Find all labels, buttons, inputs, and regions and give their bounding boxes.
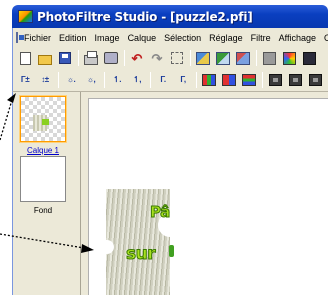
puzzle-piece[interactable]: Pâ sur — [106, 189, 182, 295]
workspace: Calque 1 Fond — [12, 92, 328, 295]
brightness-up-button[interactable]: ☼. — [63, 72, 79, 88]
filter-1-icon — [268, 74, 282, 86]
filter-3-button[interactable] — [307, 72, 323, 88]
layer-preview-image — [33, 115, 49, 131]
gamma-up-button[interactable]: Γ, — [175, 72, 191, 88]
title-bar[interactable]: PhotoFiltre Studio - [puzzle2.pfi] — [12, 5, 328, 28]
toolbar-separator — [262, 72, 263, 88]
grayscale-button[interactable] — [261, 50, 277, 66]
layer-image-button[interactable] — [235, 50, 251, 66]
adjust-toolbar: Γ± ↕± ☼. ☼, ↿. ↿, Γ. Γ, — [12, 69, 328, 92]
undo-button[interactable]: ↶ — [129, 50, 145, 66]
menu-edition[interactable]: Edition — [59, 33, 87, 43]
saturation-up-icon: ↿, — [133, 75, 141, 84]
menu-affichage[interactable]: Affichage — [279, 33, 316, 43]
filter-2-button[interactable] — [287, 72, 303, 88]
print-icon — [84, 50, 98, 65]
filter-1-button[interactable] — [267, 72, 283, 88]
contrast-up-icon: Γ± — [20, 75, 30, 84]
open-button[interactable] — [37, 50, 53, 66]
layer-button[interactable] — [195, 50, 211, 66]
color-balance-button[interactable] — [241, 72, 257, 88]
toolbar-separator — [78, 50, 79, 66]
filter-3-icon — [308, 74, 322, 86]
rgb-swap-button[interactable] — [221, 72, 237, 88]
photofiltre-app-icon[interactable] — [18, 10, 33, 23]
menu-outils-truncated[interactable]: O — [324, 33, 328, 43]
menu-reglage[interactable]: Réglage — [209, 33, 243, 43]
gamma-down-icon: Γ. — [160, 75, 166, 84]
menu-bar: Fichier Edition Image Calque Sélection R… — [12, 28, 328, 47]
dark-icon — [302, 51, 316, 65]
toolbar-separator — [104, 72, 105, 88]
grayscale-icon — [262, 51, 276, 65]
save-icon — [59, 52, 71, 64]
puzzle-text-top: Pâ — [150, 203, 171, 222]
toolbar-separator — [190, 50, 191, 66]
photofiltre-window: PhotoFiltre Studio - [puzzle2.pfi] Fichi… — [12, 0, 328, 295]
redo-icon: ↷ — [151, 50, 163, 66]
select-button[interactable] — [169, 50, 185, 66]
new-file-icon — [19, 51, 31, 65]
saturation-down-button[interactable]: ↿. — [109, 72, 125, 88]
color-balance-icon — [242, 74, 256, 86]
select-icon — [171, 52, 183, 64]
contrast-down-button[interactable]: ↕± — [37, 72, 53, 88]
menu-image[interactable]: Image — [95, 33, 120, 43]
puzzle-text-bottom: sur — [125, 244, 156, 265]
toolbar-separator — [256, 50, 257, 66]
menu-filtre[interactable]: Filtre — [251, 33, 271, 43]
layer-add-icon — [216, 51, 230, 65]
undo-icon: ↶ — [131, 50, 143, 66]
saturation-up-button[interactable]: ↿, — [129, 72, 145, 88]
saturation-down-icon: ↿. — [113, 75, 121, 84]
new-file-button[interactable] — [17, 50, 33, 66]
main-toolbar: ↶ ↷ — [12, 47, 328, 69]
open-folder-icon — [38, 54, 52, 65]
menu-calque[interactable]: Calque — [128, 33, 157, 43]
color-button[interactable] — [281, 50, 297, 66]
brightness-down-button[interactable]: ☼, — [83, 72, 99, 88]
layer-thumbnail-fond[interactable] — [20, 156, 66, 202]
contrast-up-button[interactable]: Γ± — [17, 72, 33, 88]
toolbar-separator — [124, 50, 125, 66]
menu-selection[interactable]: Sélection — [164, 33, 201, 43]
toolbar-separator — [58, 72, 59, 88]
layer-thumbnail-calque-1[interactable] — [20, 96, 66, 142]
save-button[interactable] — [57, 50, 73, 66]
toolbar-separator — [150, 72, 151, 88]
toolbar-separator — [196, 72, 197, 88]
dark-button[interactable] — [301, 50, 317, 66]
layer-label-calque-1[interactable]: Calque 1 — [13, 146, 73, 155]
contrast-down-icon: ↕± — [41, 75, 49, 84]
document-icon[interactable] — [16, 32, 24, 43]
redo-button[interactable]: ↷ — [149, 50, 165, 66]
scan-button[interactable] — [103, 50, 119, 66]
layer-image-icon — [236, 51, 250, 65]
menu-fichier[interactable]: Fichier — [24, 33, 51, 43]
brightness-down-icon: ☼, — [86, 75, 96, 84]
puzzle-edge-mark — [169, 245, 174, 257]
rgb-button[interactable] — [201, 72, 217, 88]
scanner-icon — [104, 52, 118, 64]
rgb-swap-icon — [222, 74, 236, 86]
layer-add-button[interactable] — [215, 50, 231, 66]
window-title: PhotoFiltre Studio - [puzzle2.pfi] — [37, 9, 253, 24]
layer-label-fond[interactable]: Fond — [13, 206, 73, 215]
print-button[interactable] — [83, 50, 99, 66]
color-icon — [282, 51, 296, 65]
layer-icon — [196, 51, 210, 65]
rgb-icon — [202, 74, 216, 86]
layers-panel: Calque 1 Fond — [13, 92, 81, 295]
brightness-up-icon: ☼. — [66, 75, 76, 84]
gamma-down-button[interactable]: Γ. — [155, 72, 171, 88]
filter-2-icon — [288, 74, 302, 86]
gamma-up-icon: Γ, — [180, 75, 186, 84]
